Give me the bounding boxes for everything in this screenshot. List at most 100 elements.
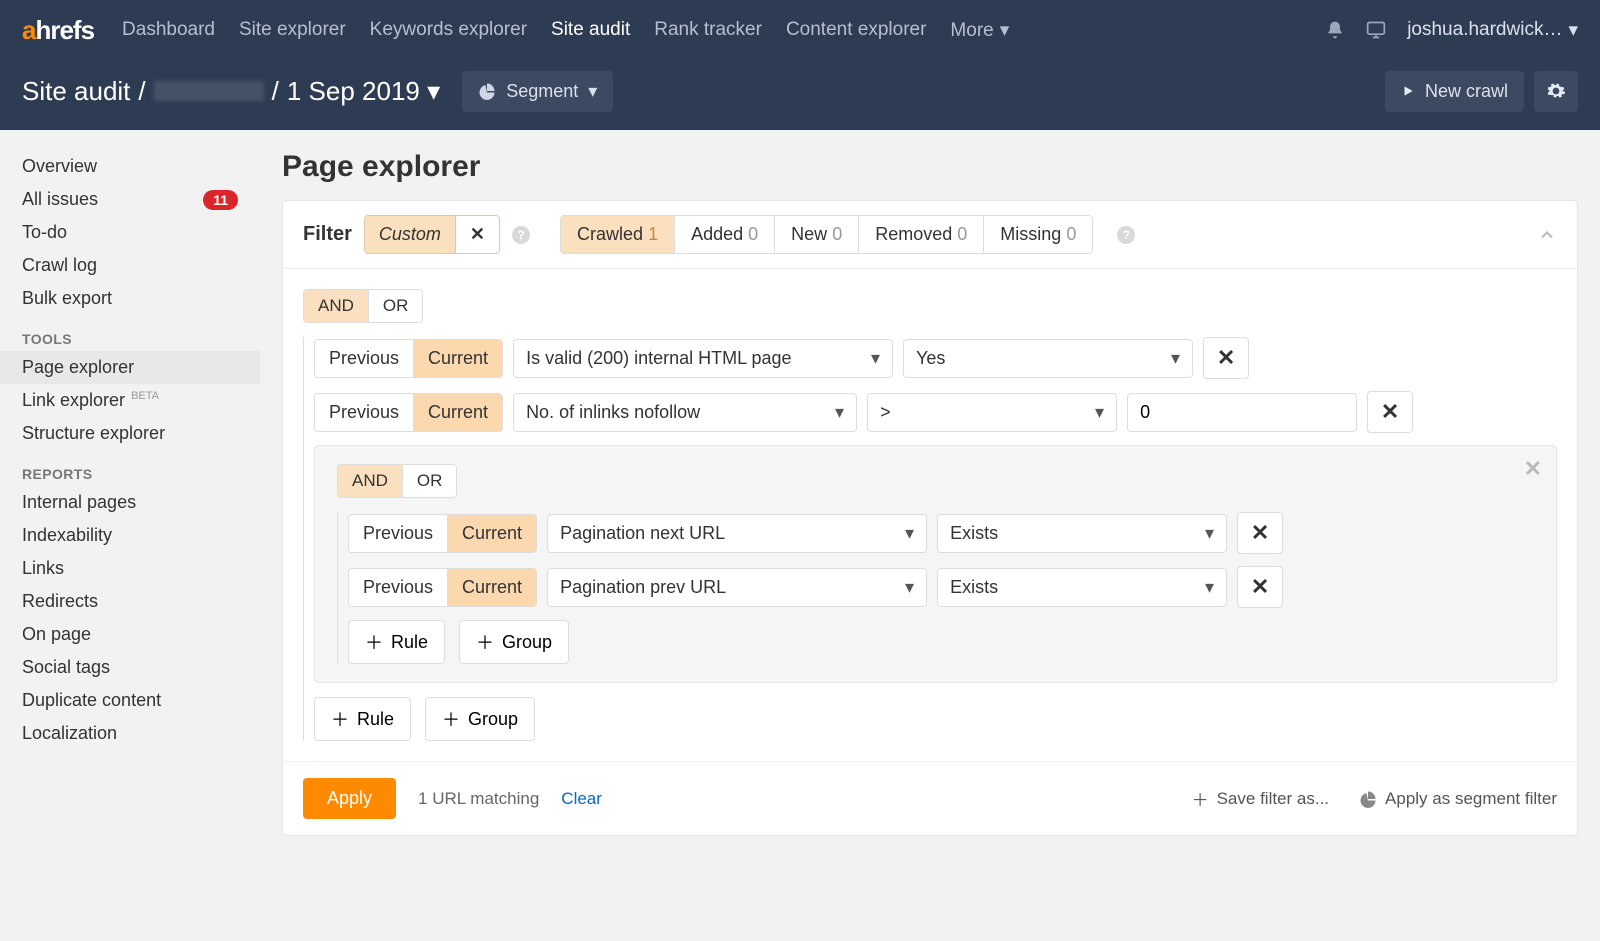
rule4-remove[interactable]: ✕ bbox=[1237, 566, 1283, 608]
filter-builder: AND OR Previous Current Is valid (200) i… bbox=[283, 269, 1577, 761]
sidebar-item-duplicate-content[interactable]: Duplicate content bbox=[0, 684, 260, 717]
filter-panel: Filter Custom ✕ ? Crawled 1 Added 0 New … bbox=[282, 200, 1578, 836]
sidebar-item-links[interactable]: Links bbox=[0, 552, 260, 585]
nested-group: ✕ AND OR Previous Current Pagination nex… bbox=[314, 445, 1557, 683]
nested-and[interactable]: AND bbox=[338, 465, 403, 497]
rule-row-3: Previous Current Pagination next URL▾ Ex… bbox=[348, 512, 1538, 554]
custom-pill-close[interactable]: ✕ bbox=[455, 216, 499, 253]
rule3-previous[interactable]: Previous bbox=[349, 515, 448, 552]
settings-button[interactable] bbox=[1534, 71, 1578, 112]
rule1-field-select[interactable]: Is valid (200) internal HTML page▾ bbox=[513, 339, 893, 378]
bell-icon[interactable] bbox=[1325, 20, 1345, 40]
tab-crawled[interactable]: Crawled 1 bbox=[561, 216, 675, 253]
add-rule[interactable]: ＋Rule bbox=[314, 697, 411, 741]
nested-add-rule[interactable]: ＋Rule bbox=[348, 620, 445, 664]
nav-keywords-explorer[interactable]: Keywords explorer bbox=[370, 19, 527, 41]
rule2-previous[interactable]: Previous bbox=[315, 394, 414, 431]
apply-button[interactable]: Apply bbox=[303, 778, 396, 819]
nav-content-explorer[interactable]: Content explorer bbox=[786, 19, 926, 41]
rule1-current[interactable]: Current bbox=[414, 340, 502, 377]
sidebar-item-structure-explorer[interactable]: Structure explorer bbox=[0, 417, 260, 450]
nav-site-audit[interactable]: Site audit bbox=[551, 19, 630, 41]
sidebar-section-tools: TOOLS bbox=[0, 315, 260, 351]
help-icon[interactable]: ? bbox=[512, 226, 530, 244]
page-title: Page explorer bbox=[282, 150, 1578, 184]
rule3-prevcur: Previous Current bbox=[348, 514, 537, 553]
sidebar-item-bulk-export[interactable]: Bulk export bbox=[0, 282, 260, 315]
nested-add-group[interactable]: ＋Group bbox=[459, 620, 569, 664]
top-nav: ahrefs Dashboard Site explorer Keywords … bbox=[0, 0, 1600, 60]
crumb-project[interactable] bbox=[154, 81, 264, 101]
sidebar-item-todo[interactable]: To-do bbox=[0, 216, 260, 249]
sidebar-item-redirects[interactable]: Redirects bbox=[0, 585, 260, 618]
sidebar-section-reports: REPORTS bbox=[0, 450, 260, 486]
rule2-value-input[interactable] bbox=[1127, 393, 1357, 432]
logic-or[interactable]: OR bbox=[369, 290, 423, 322]
logic-and[interactable]: AND bbox=[304, 290, 369, 322]
rule1-remove[interactable]: ✕ bbox=[1203, 337, 1249, 379]
sidebar-item-all-issues[interactable]: All issues11 bbox=[0, 183, 260, 216]
rule2-field-select[interactable]: No. of inlinks nofollow▾ bbox=[513, 393, 857, 432]
sidebar-item-page-explorer[interactable]: Page explorer bbox=[0, 351, 260, 384]
sidebar-item-link-explorer[interactable]: Link explorerBETA bbox=[0, 384, 260, 417]
tab-removed[interactable]: Removed 0 bbox=[859, 216, 984, 253]
rule2-op-select[interactable]: >▾ bbox=[867, 393, 1117, 432]
nav-more[interactable]: More▾ bbox=[950, 19, 1009, 42]
nested-close[interactable]: ✕ bbox=[1524, 456, 1542, 482]
nav-site-explorer[interactable]: Site explorer bbox=[239, 19, 346, 41]
crumb-root[interactable]: Site audit bbox=[22, 76, 130, 107]
sidebar-item-social-tags[interactable]: Social tags bbox=[0, 651, 260, 684]
sidebar-item-overview[interactable]: Overview bbox=[0, 150, 260, 183]
main-content: Page explorer Filter Custom ✕ ? Crawled … bbox=[260, 130, 1600, 836]
rule4-current[interactable]: Current bbox=[448, 569, 536, 606]
tab-missing[interactable]: Missing 0 bbox=[984, 216, 1092, 253]
rule3-current[interactable]: Current bbox=[448, 515, 536, 552]
crumb-date[interactable]: 1 Sep 2019 ▾ bbox=[287, 76, 440, 107]
custom-filter-pill: Custom ✕ bbox=[364, 215, 500, 254]
rule1-previous[interactable]: Previous bbox=[315, 340, 414, 377]
add-group[interactable]: ＋Group bbox=[425, 697, 535, 741]
rule2-prevcur: Previous Current bbox=[314, 393, 503, 432]
user-menu[interactable]: joshua.hardwick…▾ bbox=[1407, 19, 1578, 42]
sidebar-item-indexability[interactable]: Indexability bbox=[0, 519, 260, 552]
rule1-value-select[interactable]: Yes▾ bbox=[903, 339, 1193, 378]
plus-icon: ＋ bbox=[476, 629, 494, 655]
logic-toggle: AND OR bbox=[303, 289, 423, 323]
help-icon-tabs[interactable]: ? bbox=[1117, 226, 1135, 244]
new-crawl-button[interactable]: New crawl bbox=[1385, 71, 1524, 112]
status-tabs: Crawled 1 Added 0 New 0 Removed 0 Missin… bbox=[560, 215, 1093, 254]
rule4-value-select[interactable]: Exists▾ bbox=[937, 568, 1227, 607]
nav-rank-tracker[interactable]: Rank tracker bbox=[654, 19, 762, 41]
sidebar-item-crawl-log[interactable]: Crawl log bbox=[0, 249, 260, 282]
play-icon bbox=[1401, 84, 1415, 98]
sidebar: Overview All issues11 To-do Crawl log Bu… bbox=[0, 130, 260, 836]
monitor-icon[interactable] bbox=[1365, 20, 1387, 40]
plus-icon: ＋ bbox=[442, 706, 460, 732]
nested-logic-toggle: AND OR bbox=[337, 464, 457, 498]
sidebar-item-localization[interactable]: Localization bbox=[0, 717, 260, 750]
clear-link[interactable]: Clear bbox=[561, 789, 602, 809]
gear-icon bbox=[1546, 81, 1566, 101]
nested-add-row: ＋Rule ＋Group bbox=[348, 620, 1538, 664]
rule3-field-select[interactable]: Pagination next URL▾ bbox=[547, 514, 927, 553]
sidebar-item-on-page[interactable]: On page bbox=[0, 618, 260, 651]
rule4-field-select[interactable]: Pagination prev URL▾ bbox=[547, 568, 927, 607]
plus-icon: ＋ bbox=[331, 706, 349, 732]
segment-button[interactable]: Segment ▾ bbox=[462, 71, 613, 112]
sidebar-item-internal-pages[interactable]: Internal pages bbox=[0, 486, 260, 519]
tab-new[interactable]: New 0 bbox=[775, 216, 859, 253]
add-row: ＋Rule ＋Group bbox=[314, 697, 1557, 741]
rule3-remove[interactable]: ✕ bbox=[1237, 512, 1283, 554]
nav-right: joshua.hardwick…▾ bbox=[1325, 19, 1578, 42]
rule-row-2: Previous Current No. of inlinks nofollow… bbox=[314, 391, 1557, 433]
nav-dashboard[interactable]: Dashboard bbox=[122, 19, 215, 41]
apply-as-segment[interactable]: Apply as segment filter bbox=[1359, 789, 1557, 809]
save-filter-as[interactable]: ＋Save filter as... bbox=[1192, 786, 1329, 811]
tab-added[interactable]: Added 0 bbox=[675, 216, 775, 253]
rule2-remove[interactable]: ✕ bbox=[1367, 391, 1413, 433]
rule2-current[interactable]: Current bbox=[414, 394, 502, 431]
nested-or[interactable]: OR bbox=[403, 465, 457, 497]
collapse-icon[interactable] bbox=[1537, 225, 1557, 245]
rule3-value-select[interactable]: Exists▾ bbox=[937, 514, 1227, 553]
rule4-previous[interactable]: Previous bbox=[349, 569, 448, 606]
